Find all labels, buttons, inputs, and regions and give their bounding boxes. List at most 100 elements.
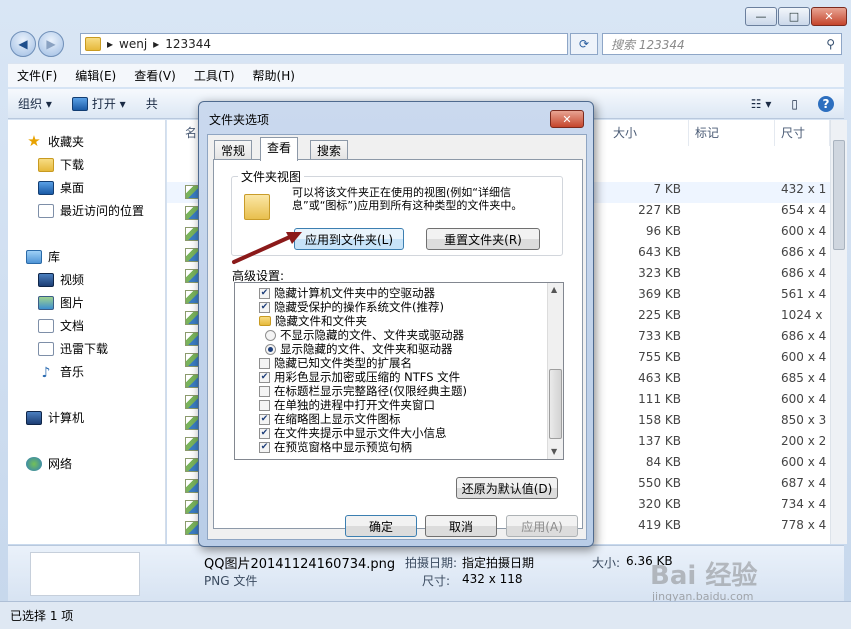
view-tab-page: 文件夹视图 可以将该文件夹正在使用的视图(例如“详细信息”或“图标”)应用到所有… [213,159,583,529]
nav-thunder-downloads[interactable]: 迅雷下载 [38,340,108,357]
checkbox-icon[interactable]: ✔ [259,301,270,313]
file-size: 419 KB [638,518,681,532]
dialog-title: 文件夹选项 [209,113,270,127]
details-filetype: PNG 文件 [204,574,258,588]
file-dimensions: 685 x 4 [781,371,827,385]
breadcrumb-item[interactable]: wenj [119,37,147,51]
tab-view[interactable]: 查看 [260,137,299,161]
minimize-button[interactable]: — [745,7,777,26]
file-size: 96 KB [645,224,681,238]
nav-network[interactable]: 网络 [26,455,72,472]
nav-libraries[interactable]: 库 [26,248,60,265]
column-size[interactable]: 大小 [607,120,689,146]
breadcrumb-item[interactable]: 123344 [165,37,211,51]
organize-button[interactable]: 组织 ▾ [8,95,62,112]
picture-icon [38,295,54,310]
image-file-icon [185,479,199,493]
advanced-settings-list[interactable]: ✔ 隐藏计算机文件夹中的空驱动器 ✔ 隐藏受保护的操作系统文件(推荐) 隐藏文件和文件夹… [234,282,564,460]
search-input[interactable]: 搜索 123344 ⚲ [602,33,842,55]
button-label: 应用(A) [521,519,563,534]
checkbox-icon[interactable] [259,357,270,369]
nav-documents[interactable]: 文档 [38,317,84,334]
nav-recent[interactable]: 最近访问的位置 [38,202,144,219]
column-dimensions[interactable]: 尺寸 [775,120,830,146]
file-dimensions: 850 x 3 [781,413,827,427]
menu-view[interactable]: 查看(V) [125,67,185,84]
reset-folders-button[interactable]: 重置文件夹(R) [426,228,540,250]
checkbox-icon[interactable]: ✔ [259,287,270,299]
apply-to-folders-button[interactable]: 应用到文件夹(L) [294,228,404,250]
file-dimensions: 432 x 1 [781,182,827,196]
menu-edit[interactable]: 编辑(E) [66,67,125,84]
file-size: 111 KB [638,392,681,406]
radio-icon[interactable] [265,343,276,355]
checkbox-icon[interactable]: ✔ [259,441,270,453]
download-folder-icon [38,341,54,356]
apply-button[interactable]: 应用(A) [506,515,578,537]
cancel-button[interactable]: 取消 [425,515,497,537]
address-bar[interactable]: ▸ wenj ▸ 123344 [80,33,568,55]
checkbox-icon[interactable]: ✔ [259,371,270,383]
folder-view-icon [244,194,270,220]
preview-pane-icon[interactable]: ▯ [781,97,808,111]
share-button[interactable]: 共 [136,95,168,112]
advanced-settings-scrollbar[interactable]: ▲ ▼ [547,283,563,459]
details-dims-value: 432 x 118 [462,572,523,586]
nav-music[interactable]: ♪ 音乐 [38,363,84,381]
nav-label: 桌面 [60,181,85,195]
tab-general[interactable]: 常规 [214,140,253,160]
option-checkbox[interactable]: ✔ 在预览窗格中显示预览句柄 [259,439,412,455]
folder-icon [38,157,54,172]
search-icon: ⚲ [826,37,835,51]
scrollbar-thumb[interactable] [549,369,562,439]
nav-downloads[interactable]: 下载 [38,156,84,173]
scrollbar-thumb[interactable] [833,140,845,250]
checkbox-icon[interactable] [259,385,270,397]
nav-label: 迅雷下载 [60,342,109,356]
ok-button[interactable]: 确定 [345,515,417,537]
nav-desktop[interactable]: 桌面 [38,179,84,196]
nav-label: 收藏夹 [48,134,85,149]
maximize-button[interactable]: □ [778,7,810,26]
scroll-up-icon[interactable]: ▲ [551,285,557,294]
radio-icon[interactable] [265,329,276,341]
menu-file[interactable]: 文件(F) [8,67,66,84]
menu-help[interactable]: 帮助(H) [244,67,304,84]
button-label: 确定 [368,519,393,534]
music-note-icon: ♪ [41,364,51,381]
folder-views-description: 可以将该文件夹正在使用的视图(例如“详细信息”或“图标”)应用到所有这种类型的文… [292,186,523,212]
image-file-icon [185,185,199,199]
network-icon [26,456,42,471]
file-size: 227 KB [638,203,681,217]
checkbox-icon[interactable]: ✔ [259,427,270,439]
open-button[interactable]: 打开 ▾ [62,95,136,112]
checkbox-icon[interactable]: ✔ [259,413,270,425]
scroll-down-icon[interactable]: ▼ [551,447,557,456]
forward-button[interactable]: ▶ [38,31,64,57]
recent-places-icon [38,203,54,218]
nav-favorites[interactable]: ★ 收藏夹 [26,132,84,150]
column-tags[interactable]: 标记 [689,120,775,146]
file-list-scrollbar[interactable] [830,120,847,544]
nav-pictures[interactable]: 图片 [38,294,84,311]
image-file-icon [185,500,199,514]
nav-videos[interactable]: 视频 [38,271,84,288]
back-button[interactable]: ◀ [10,31,36,57]
dialog-close-button[interactable]: ✕ [550,110,584,128]
view-options-icon[interactable]: ☷ ▾ [741,97,782,111]
checkbox-icon[interactable] [259,399,270,411]
nav-label: 文档 [60,319,85,333]
nav-computer[interactable]: 计算机 [26,409,84,426]
restore-defaults-button[interactable]: 还原为默认值(D) [456,477,558,499]
refresh-icon[interactable]: ⟳ [570,33,598,55]
folder-options-dialog: 文件夹选项 ✕ 常规 查看 搜索 文件夹视图 可以将该文件夹正在使用的视图(例如… [198,101,594,547]
file-dimensions: 561 x 4 [781,287,827,301]
image-file-icon [185,416,199,430]
nav-label: 最近访问的位置 [60,204,145,218]
menu-tools[interactable]: 工具(T) [185,67,244,84]
help-icon[interactable]: ? [808,95,844,112]
close-window-button[interactable]: ✕ [811,7,847,26]
tab-search[interactable]: 搜索 [310,140,349,160]
organize-label: 组织 ▾ [18,97,52,111]
file-dimensions: 687 x 4 [781,476,827,490]
